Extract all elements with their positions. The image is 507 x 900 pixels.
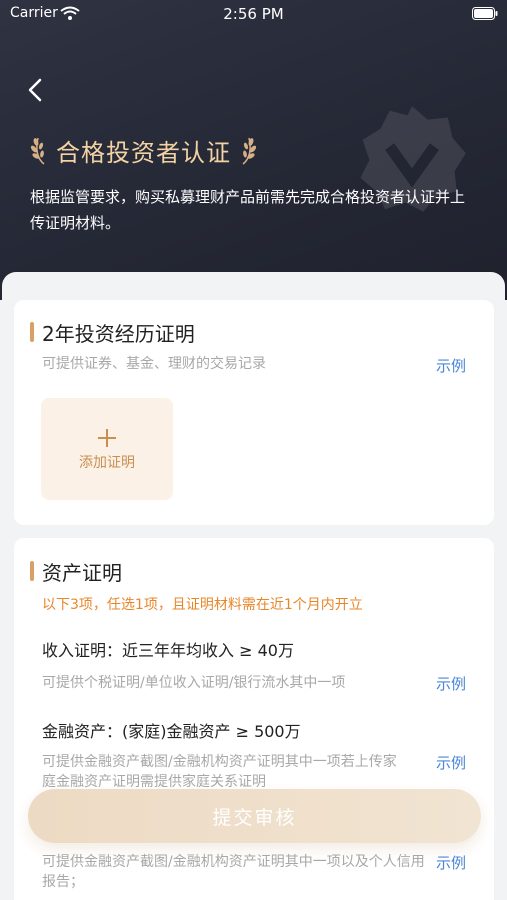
experience-hint: 可提供证券、基金、理财的交易记录 [42,356,266,372]
add-proof-label: 添加证明 [79,455,135,471]
experience-example-link[interactable]: 示例 [436,355,466,376]
assets-card-header: 资产证明 [30,558,122,585]
plus-icon [98,429,116,447]
page-description: 根据监管要求，购买私募理财产品前需先完成合格投资者认证并上传证明材料。 [30,188,466,232]
battery-icon [472,7,498,20]
status-bar: Carrier 2:56 PM [0,0,507,30]
add-proof-button[interactable]: 添加证明 [41,398,173,500]
title-row: 合格投资者认证 [30,130,257,170]
experience-card: 2年投资经历证明 可提供证券、基金、理财的交易记录 示例 添加证明 [14,300,494,525]
laurel-left-icon [30,137,45,165]
back-icon[interactable] [24,76,48,104]
experience-card-header: 2年投资经历证明 [30,319,195,346]
income-example-link[interactable]: 示例 [436,673,466,694]
experience-card-title: 2年投资经历证明 [42,321,195,346]
accent-bar [30,561,34,581]
third-option-hint: 可提供金融资产截图/金融机构资产证明其中一项以及个人信用报告； [42,854,425,890]
financial-assets-example-link[interactable]: 示例 [436,752,466,773]
status-time: 2:56 PM [223,5,284,23]
page-title: 合格投资者认证 [56,138,231,167]
income-proof-title: 收入证明：近三年年均收入 ≥ 40万 [42,641,294,660]
financial-assets-hint: 可提供金融资产截图/金融机构资产证明其中一项若上传家庭金融资产证明需提供家庭关系… [42,754,397,790]
income-proof-hint: 可提供个税证明/单位收入证明/银行流水其中一项 [42,675,346,691]
third-option-example-link[interactable]: 示例 [436,852,466,873]
laurel-right-icon [242,137,257,165]
assets-notice: 以下3项，任选1项，且证明材料需在近1个月内开立 [42,597,363,613]
assets-card: 资产证明 以下3项，任选1项，且证明材料需在近1个月内开立 收入证明：近三年年均… [14,538,494,900]
financial-assets-title: 金融资产：(家庭)金融资产 ≥ 500万 [42,722,301,741]
accent-bar [30,322,34,342]
submit-review-button[interactable]: 提交审核 [28,789,481,843]
assets-card-title: 资产证明 [42,560,122,585]
